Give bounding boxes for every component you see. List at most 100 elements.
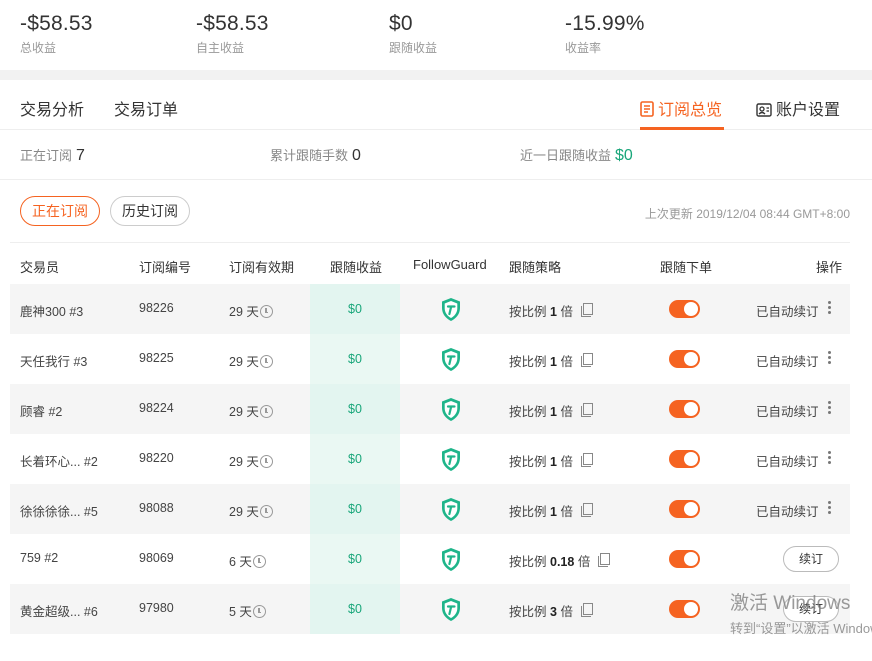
trader-name[interactable]: 天任我行 #3	[20, 351, 87, 370]
strategy-ratio: 1	[550, 305, 557, 319]
strategy-cell: 按比例 1 倍	[509, 451, 593, 470]
shield-check-icon[interactable]	[440, 347, 462, 375]
strategy-cell: 按比例 3 倍	[509, 601, 593, 620]
trader-name[interactable]: 鹿神300 #3	[20, 301, 83, 320]
stat-total-label: 总收益	[20, 41, 57, 55]
stat-follow: $0 跟随收益	[389, 12, 437, 56]
follow-toggle[interactable]	[669, 400, 700, 418]
strategy-suffix: 倍	[560, 455, 573, 469]
follow-toggle[interactable]	[669, 550, 700, 568]
strategy-cell: 按比例 1 倍	[509, 401, 593, 420]
subscription-number: 98225	[139, 351, 174, 365]
renew-button[interactable]: 续订	[783, 546, 839, 572]
clock-icon	[259, 305, 273, 318]
summary-active-value: 7	[76, 147, 85, 164]
subscription-number: 98069	[139, 551, 174, 565]
trader-name[interactable]: 黄金超级... #6	[20, 601, 98, 620]
auto-renew-status: 已自动续订	[756, 405, 819, 419]
table-row: 长着环心... #2 98220 29 天 $0 按比例 1 倍 已自动续订	[10, 434, 850, 484]
filter-active-button[interactable]: 正在订阅	[20, 196, 100, 226]
strategy-suffix: 倍	[560, 305, 573, 319]
strategy-ratio: 1	[550, 455, 557, 469]
tab-settings[interactable]: 账户设置	[756, 96, 840, 122]
validity-days: 29 天	[229, 455, 259, 469]
tab-subscription[interactable]: 订阅总览	[640, 96, 722, 122]
trader-name[interactable]: 顾睿 #2	[20, 401, 62, 420]
summary-lots-value: 0	[352, 147, 361, 164]
renew-button[interactable]: 续订	[783, 596, 839, 622]
validity-cell: 29 天	[229, 501, 273, 520]
strategy-suffix: 倍	[560, 605, 573, 619]
table-header: 交易员 订阅编号 订阅有效期 跟随收益 FollowGuard 跟随策略 跟随下…	[10, 242, 850, 284]
copy-icon[interactable]	[580, 603, 593, 617]
validity-cell: 29 天	[229, 451, 273, 470]
trader-name[interactable]: 759 #2	[20, 551, 58, 565]
subscription-number: 97980	[139, 601, 174, 615]
shield-check-icon[interactable]	[440, 547, 462, 575]
validity-cell: 29 天	[229, 401, 273, 420]
follow-toggle[interactable]	[669, 500, 700, 518]
summary-recent-label: 近一日跟随收益	[520, 148, 612, 163]
shield-check-icon[interactable]	[440, 447, 462, 475]
clock-icon	[259, 355, 273, 368]
summary-lots-label: 累计跟随手数	[270, 148, 349, 163]
table-row: 顾睿 #2 98224 29 天 $0 按比例 1 倍 已自动续订	[10, 384, 850, 434]
stat-follow-value: $0	[389, 12, 413, 35]
clock-icon	[259, 455, 273, 468]
strategy-prefix: 按比例	[509, 355, 547, 369]
tab-orders[interactable]: 交易订单	[114, 96, 178, 120]
strategy-suffix: 倍	[560, 405, 573, 419]
follow-pnl: $0	[310, 384, 400, 434]
copy-icon[interactable]	[580, 303, 593, 317]
trader-name[interactable]: 徐徐徐徐... #5	[20, 501, 98, 520]
table-row: 759 #2 98069 6 天 $0 按比例 0.18 倍 续订	[10, 534, 850, 584]
subscription-table: 交易员 订阅编号 订阅有效期 跟随收益 FollowGuard 跟随策略 跟随下…	[10, 242, 850, 634]
follow-pnl: $0	[310, 334, 400, 384]
strategy-ratio: 1	[550, 405, 557, 419]
stat-self-value: -$58.53	[196, 12, 269, 35]
follow-toggle[interactable]	[669, 600, 700, 618]
copy-icon[interactable]	[580, 503, 593, 517]
kebab-icon[interactable]	[828, 451, 832, 465]
strategy-ratio: 0.18	[550, 555, 575, 569]
stat-follow-label: 跟随收益	[389, 41, 438, 55]
filter-history-button[interactable]: 历史订阅	[110, 196, 190, 226]
tab-analysis[interactable]: 交易分析	[20, 96, 84, 120]
kebab-icon[interactable]	[828, 501, 832, 515]
stats-bar: -$58.53 总收益 -$58.53 自主收益 $0 跟随收益 -15.99%…	[0, 0, 872, 70]
strategy-prefix: 按比例	[509, 455, 547, 469]
table-row: 天任我行 #3 98225 29 天 $0 按比例 1 倍 已自动续订	[10, 334, 850, 384]
strategy-prefix: 按比例	[509, 405, 547, 419]
stat-rate: -15.99% 收益率	[565, 12, 645, 56]
kebab-icon[interactable]	[828, 351, 832, 365]
kebab-icon[interactable]	[828, 401, 832, 415]
trader-name[interactable]: 长着环心... #2	[20, 451, 98, 470]
copy-icon[interactable]	[580, 453, 593, 467]
shield-check-icon[interactable]	[440, 497, 462, 525]
validity-days: 29 天	[229, 355, 259, 369]
summary-active-label: 正在订阅	[20, 148, 73, 163]
strategy-suffix: 倍	[560, 355, 573, 369]
shield-check-icon[interactable]	[440, 297, 462, 325]
auto-renew-status: 已自动续订	[756, 505, 819, 519]
header-pnl: 跟随收益	[330, 260, 383, 275]
copy-icon[interactable]	[598, 553, 611, 567]
strategy-ratio: 3	[550, 605, 557, 619]
copy-icon[interactable]	[580, 353, 593, 367]
shield-check-icon[interactable]	[440, 597, 462, 625]
follow-toggle[interactable]	[669, 450, 700, 468]
subscription-summary: 正在订阅 7 累计跟随手数 0 近一日跟随收益 $0	[0, 130, 872, 180]
follow-toggle[interactable]	[669, 300, 700, 318]
copy-icon[interactable]	[580, 403, 593, 417]
strategy-prefix: 按比例	[509, 505, 547, 519]
strategy-ratio: 1	[550, 505, 557, 519]
shield-check-icon[interactable]	[440, 397, 462, 425]
validity-days: 29 天	[229, 505, 259, 519]
kebab-icon[interactable]	[828, 301, 832, 315]
header-guard: FollowGuard	[413, 257, 487, 272]
tab-subscription-label: 订阅总览	[658, 102, 723, 119]
subscription-number: 98224	[139, 401, 174, 415]
validity-cell: 6 天	[229, 551, 266, 570]
follow-toggle[interactable]	[669, 350, 700, 368]
follow-pnl: $0	[310, 534, 400, 584]
